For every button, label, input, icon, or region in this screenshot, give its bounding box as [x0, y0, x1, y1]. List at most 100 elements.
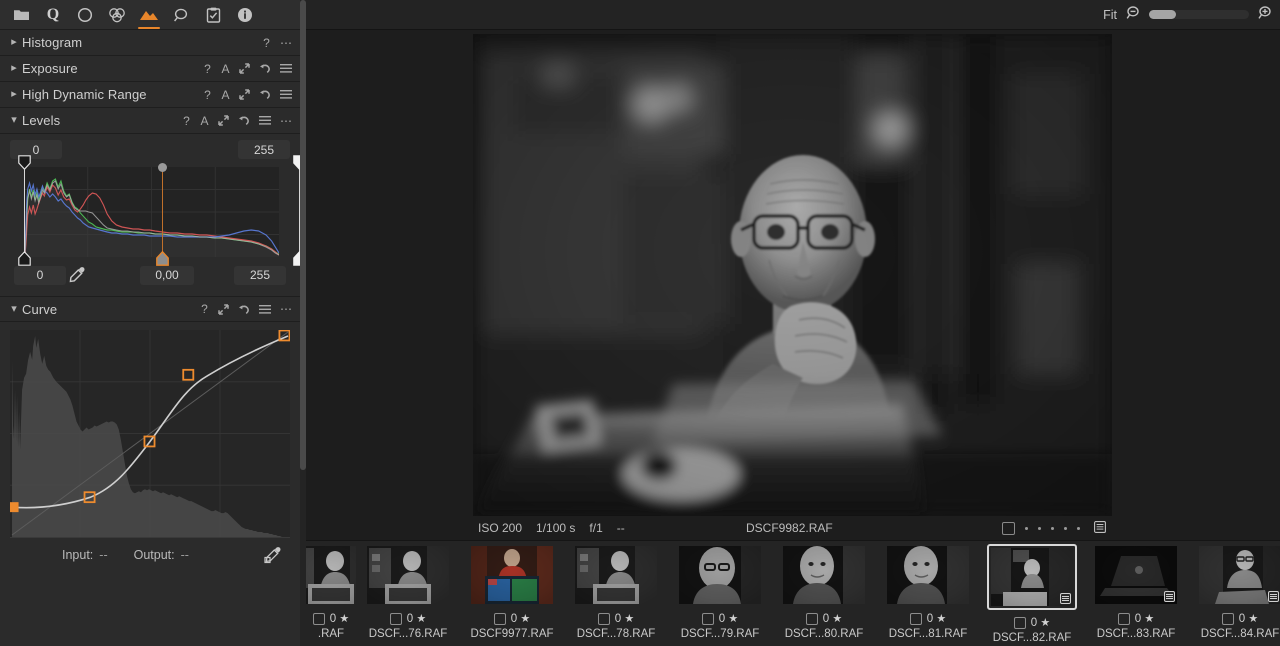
thumbnail-frame[interactable]	[469, 544, 555, 606]
thumbnail-checkbox[interactable]	[390, 613, 402, 625]
auto-icon[interactable]: A	[221, 88, 230, 102]
star-dot-3[interactable]	[1051, 527, 1054, 530]
reset-icon[interactable]	[259, 88, 271, 102]
help-icon[interactable]: ?	[262, 36, 271, 50]
section-header-curve[interactable]: ▾ Curve ? ⋯	[0, 296, 300, 322]
thumbnail-image[interactable]	[991, 548, 1073, 606]
thumbnail-frame[interactable]	[677, 544, 763, 606]
expand-icon[interactable]	[239, 62, 250, 76]
thumbnail-frame[interactable]	[987, 544, 1077, 610]
main-photo[interactable]	[473, 34, 1112, 516]
section-header-hdr[interactable]: ▸ High Dynamic Range ? A	[0, 82, 300, 108]
thumbnail-checkbox[interactable]	[1118, 613, 1130, 625]
levels-histogram-canvas[interactable]	[24, 167, 279, 257]
filmstrip-item[interactable]: 0 ★DSCF...81.RAF	[876, 544, 980, 644]
thumbnail-checkbox[interactable]	[1014, 617, 1026, 629]
thumbnail-image[interactable]	[1199, 546, 1280, 604]
auto-icon[interactable]: A	[221, 62, 230, 76]
section-header-exposure[interactable]: ▸ Exposure ? A	[0, 56, 300, 82]
filmstrip-item[interactable]: 0 ★DSCF...76.RAF	[356, 544, 460, 644]
levels-histogram-widget[interactable]	[10, 167, 290, 257]
thumbnail-rating[interactable]: 0 ★	[1239, 612, 1258, 625]
tool-tab-info[interactable]	[230, 0, 260, 29]
more-icon[interactable]: ⋯	[280, 114, 292, 128]
levels-output-white-input[interactable]: 255	[238, 140, 290, 159]
thumbnail-image[interactable]	[887, 546, 969, 604]
thumbnail-image[interactable]	[783, 546, 865, 604]
thumbnail-checkbox[interactable]	[910, 613, 922, 625]
thumbnail-checkbox[interactable]	[806, 613, 818, 625]
filmstrip-item[interactable]: 0 ★DSCF...82.RAF	[980, 544, 1084, 644]
thumbnail-frame[interactable]	[1197, 544, 1280, 606]
more-icon[interactable]: ⋯	[280, 302, 292, 316]
thumbnail-rating[interactable]: 0 ★	[1031, 616, 1050, 629]
tool-tab-lens[interactable]	[70, 0, 100, 29]
help-icon[interactable]: ?	[203, 88, 212, 102]
filmstrip-item[interactable]: 0 ★.RAF	[306, 544, 356, 644]
expand-icon[interactable]	[239, 88, 250, 102]
star-dot-2[interactable]	[1038, 527, 1041, 530]
section-header-levels[interactable]: ▾ Levels ? A ⋯	[0, 108, 300, 134]
zoom-slider-thumb[interactable]	[1149, 10, 1176, 19]
thumbnail-checkbox[interactable]	[1222, 613, 1234, 625]
thumbnail-image[interactable]	[679, 546, 761, 604]
thumbnail-rating[interactable]: 0 ★	[927, 612, 946, 625]
help-icon[interactable]: ?	[203, 62, 212, 76]
section-header-histogram[interactable]: ▸ Histogram ? ⋯	[0, 30, 300, 56]
chevron-down-icon[interactable]: ▾	[6, 115, 22, 126]
filmstrip-item[interactable]: 0 ★DSCF...78.RAF	[564, 544, 668, 644]
expand-icon[interactable]	[218, 302, 229, 316]
curve-eyedropper-icon[interactable]	[264, 546, 282, 567]
thumbnail-checkbox[interactable]	[702, 613, 714, 625]
thumbnail-checkbox[interactable]	[598, 613, 610, 625]
help-icon[interactable]: ?	[182, 114, 191, 128]
menu-icon[interactable]	[259, 114, 271, 128]
thumbnail-frame[interactable]	[365, 544, 451, 606]
tool-tab-quick[interactable]: Q	[38, 0, 68, 29]
menu-icon[interactable]	[280, 88, 292, 102]
zoom-slider[interactable]	[1149, 10, 1249, 19]
thumbnail-rating[interactable]: 0 ★	[719, 612, 738, 625]
star-dot-4[interactable]	[1064, 527, 1067, 530]
thumbnail-frame[interactable]	[306, 544, 356, 606]
thumbnail-rating[interactable]: 0 ★	[511, 612, 530, 625]
thumbnail-image[interactable]	[575, 546, 657, 604]
star-dot-5[interactable]	[1077, 527, 1080, 530]
curve-editor[interactable]	[10, 330, 290, 538]
thumbnail-rating[interactable]: 0 ★	[1135, 612, 1154, 625]
black-point-eyedropper-icon[interactable]	[68, 266, 86, 284]
zoom-fit-label[interactable]: Fit	[1103, 8, 1117, 22]
zoom-out-icon[interactable]	[1126, 5, 1142, 25]
auto-icon[interactable]: A	[200, 114, 209, 128]
thumbnail-image[interactable]	[367, 546, 449, 604]
chevron-right-icon[interactable]: ▸	[6, 37, 22, 48]
photo-select-checkbox[interactable]	[1002, 522, 1015, 535]
chevron-down-icon[interactable]: ▾	[6, 304, 22, 315]
thumbnail-rating[interactable]: 0 ★	[407, 612, 426, 625]
thumbnail-rating[interactable]: 0 ★	[615, 612, 634, 625]
thumbnail-rating[interactable]: 0 ★	[823, 612, 842, 625]
levels-gamma-handle-top[interactable]	[158, 163, 167, 172]
filmstrip-item[interactable]: 0 ★DSCF...79.RAF	[668, 544, 772, 644]
tool-tab-details[interactable]	[166, 0, 196, 29]
chevron-right-icon[interactable]: ▸	[6, 89, 22, 100]
star-dot-1[interactable]	[1025, 527, 1028, 530]
reset-icon[interactable]	[238, 302, 250, 316]
thumbnail-image[interactable]	[1095, 546, 1177, 604]
metadata-icon[interactable]	[1094, 521, 1106, 536]
chevron-right-icon[interactable]: ▸	[6, 63, 22, 74]
menu-icon[interactable]	[280, 62, 292, 76]
filmstrip-item[interactable]: 0 ★DSCF9977.RAF	[460, 544, 564, 644]
thumbnail-checkbox[interactable]	[494, 613, 506, 625]
tool-tab-folder[interactable]	[6, 0, 36, 29]
thumbnail-image[interactable]	[306, 546, 356, 604]
image-canvas-area[interactable]: ISO 200 1/100 s f/1 -- DSCF9982.RAF	[306, 30, 1280, 540]
levels-black-handle-top[interactable]	[18, 155, 31, 170]
thumbnail-checkbox[interactable]	[313, 613, 325, 625]
curve-editor-svg[interactable]	[10, 330, 290, 537]
tool-tab-tone[interactable]	[134, 0, 164, 29]
tool-tab-color[interactable]	[102, 0, 132, 29]
levels-gamma-input[interactable]: 0,00	[140, 266, 194, 285]
tool-tab-checklist[interactable]	[198, 0, 228, 29]
filmstrip-item[interactable]: 0 ★DSCF...84.RAF	[1188, 544, 1280, 644]
